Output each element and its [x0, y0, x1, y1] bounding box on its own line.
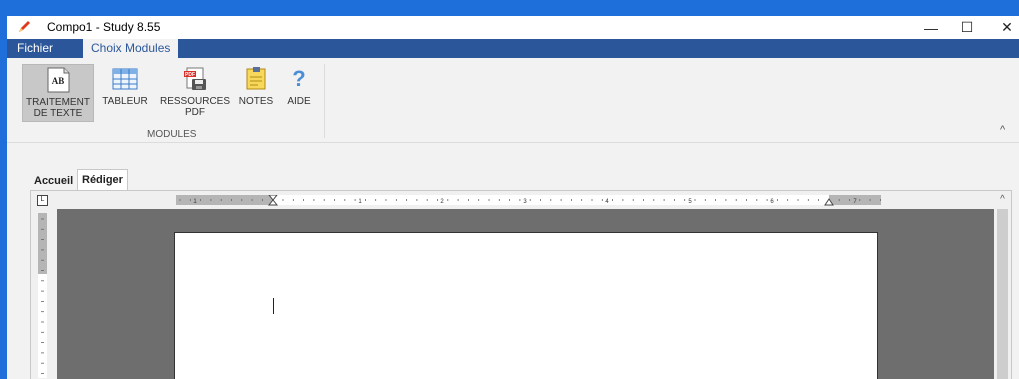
document-page[interactable] — [174, 232, 878, 379]
tab-choix-modules[interactable]: Choix Modules — [83, 39, 179, 59]
vruler-text-area — [38, 274, 47, 378]
traitement-label-line2: DE TEXTE — [33, 108, 83, 119]
help-icon-text: ? — [292, 66, 305, 91]
ressources-label-line1: RESSOURCES — [160, 96, 231, 107]
ribbon-tab-bar: Fichier Choix Modules — [7, 39, 1019, 59]
traitement-label-line1: TRAITEMENT — [26, 97, 90, 108]
window-title: Compo1 - Study 8.55 — [47, 20, 161, 34]
minimize-button[interactable]: — — [911, 16, 951, 39]
traitement-de-texte-button[interactable]: AB TRAITEMENT DE TEXTE — [22, 64, 94, 122]
modules-group-label: MODULES — [147, 129, 197, 140]
tab-accueil[interactable]: Accueil — [30, 172, 77, 190]
vertical-ruler-column — [31, 209, 57, 379]
application-window: Compo1 - Study 8.55 — ☐ ✕ Fichier Choix … — [7, 16, 1019, 379]
ressources-pdf-button[interactable]: PDF RESSOURCES PDF — [160, 64, 230, 120]
tableur-button[interactable]: TABLEUR — [100, 64, 150, 120]
spreadsheet-icon — [112, 68, 138, 90]
text-caret — [273, 298, 274, 314]
tableur-label: TABLEUR — [102, 96, 148, 107]
pdf-icon-text: PDF — [185, 72, 195, 78]
tab-selector-icon[interactable]: L — [37, 195, 48, 206]
pdf-resources-icon: PDF — [184, 67, 206, 90]
editor-area: L 1 1 2 3 4 5 6 7 ^ — [30, 190, 1012, 379]
aide-button[interactable]: ? AIDE — [283, 64, 315, 120]
document-tabs: Accueil Rédiger — [7, 169, 1019, 191]
notes-label: NOTES — [238, 96, 274, 107]
tab-fichier[interactable]: Fichier — [7, 39, 64, 58]
title-bar[interactable]: Compo1 - Study 8.55 — ☐ ✕ — [7, 16, 1019, 39]
horizontal-ruler[interactable]: 1 1 2 3 4 5 6 7 — [176, 195, 886, 207]
horizontal-ruler-bar: L 1 1 2 3 4 5 6 7 — [31, 191, 994, 209]
pencil-app-icon — [19, 21, 30, 32]
notes-icon — [246, 67, 266, 90]
aide-label: AIDE — [287, 96, 311, 107]
vertical-scrollbar[interactable]: ^ — [994, 191, 1011, 379]
scroll-up-icon[interactable]: ^ — [994, 191, 1011, 208]
close-button[interactable]: ✕ — [987, 16, 1019, 39]
group-separator — [324, 64, 325, 138]
notes-button[interactable]: NOTES — [232, 64, 280, 120]
ab-icon-text: AB — [52, 76, 65, 86]
vruler-top-margin — [38, 213, 47, 274]
ressources-label-line2: PDF — [185, 107, 205, 118]
collapse-ribbon-icon[interactable]: ^ — [1000, 124, 1005, 136]
maximize-button[interactable]: ☐ — [947, 16, 987, 39]
help-icon: ? — [292, 66, 305, 91]
tab-rediger[interactable]: Rédiger — [77, 169, 128, 191]
text-processing-icon: AB — [47, 67, 70, 93]
scrollbar-thumb[interactable] — [997, 209, 1008, 379]
ribbon: AB TRAITEMENT DE TEXTE TABLEUR PDF RESSO… — [7, 58, 1019, 143]
vertical-ruler[interactable] — [38, 213, 48, 378]
